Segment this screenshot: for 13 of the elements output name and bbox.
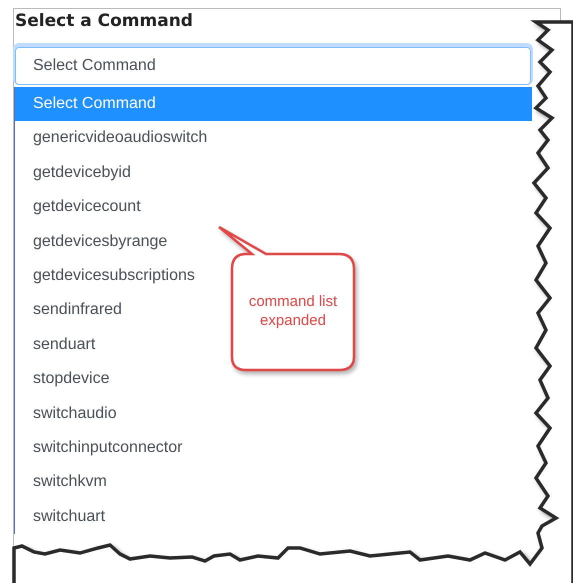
dropdown-option[interactable]: getdevicesubscriptions <box>15 258 199 294</box>
dropdown-option[interactable]: switchkvm <box>15 465 111 500</box>
dropdown-option[interactable]: senduart <box>15 328 100 362</box>
section-title: Select a Command <box>14 10 194 33</box>
dropdown-option[interactable]: getdevicebyid <box>15 156 135 190</box>
dropdown-option[interactable]: stopdevice <box>15 362 114 397</box>
dropdown-option[interactable]: getdevicecount <box>15 190 145 225</box>
dropdown-option[interactable]: sendinfrared <box>15 293 126 328</box>
dropdown-option[interactable]: switchinputconnector <box>15 430 186 466</box>
dropdown-option[interactable]: getdevicesbyrange <box>15 224 172 259</box>
dropdown-option[interactable]: genericvideoaudioswitch <box>15 121 212 156</box>
dropdown-option[interactable]: switchaudio <box>15 396 121 431</box>
dropdown-option[interactable]: switchuart <box>15 500 110 534</box>
